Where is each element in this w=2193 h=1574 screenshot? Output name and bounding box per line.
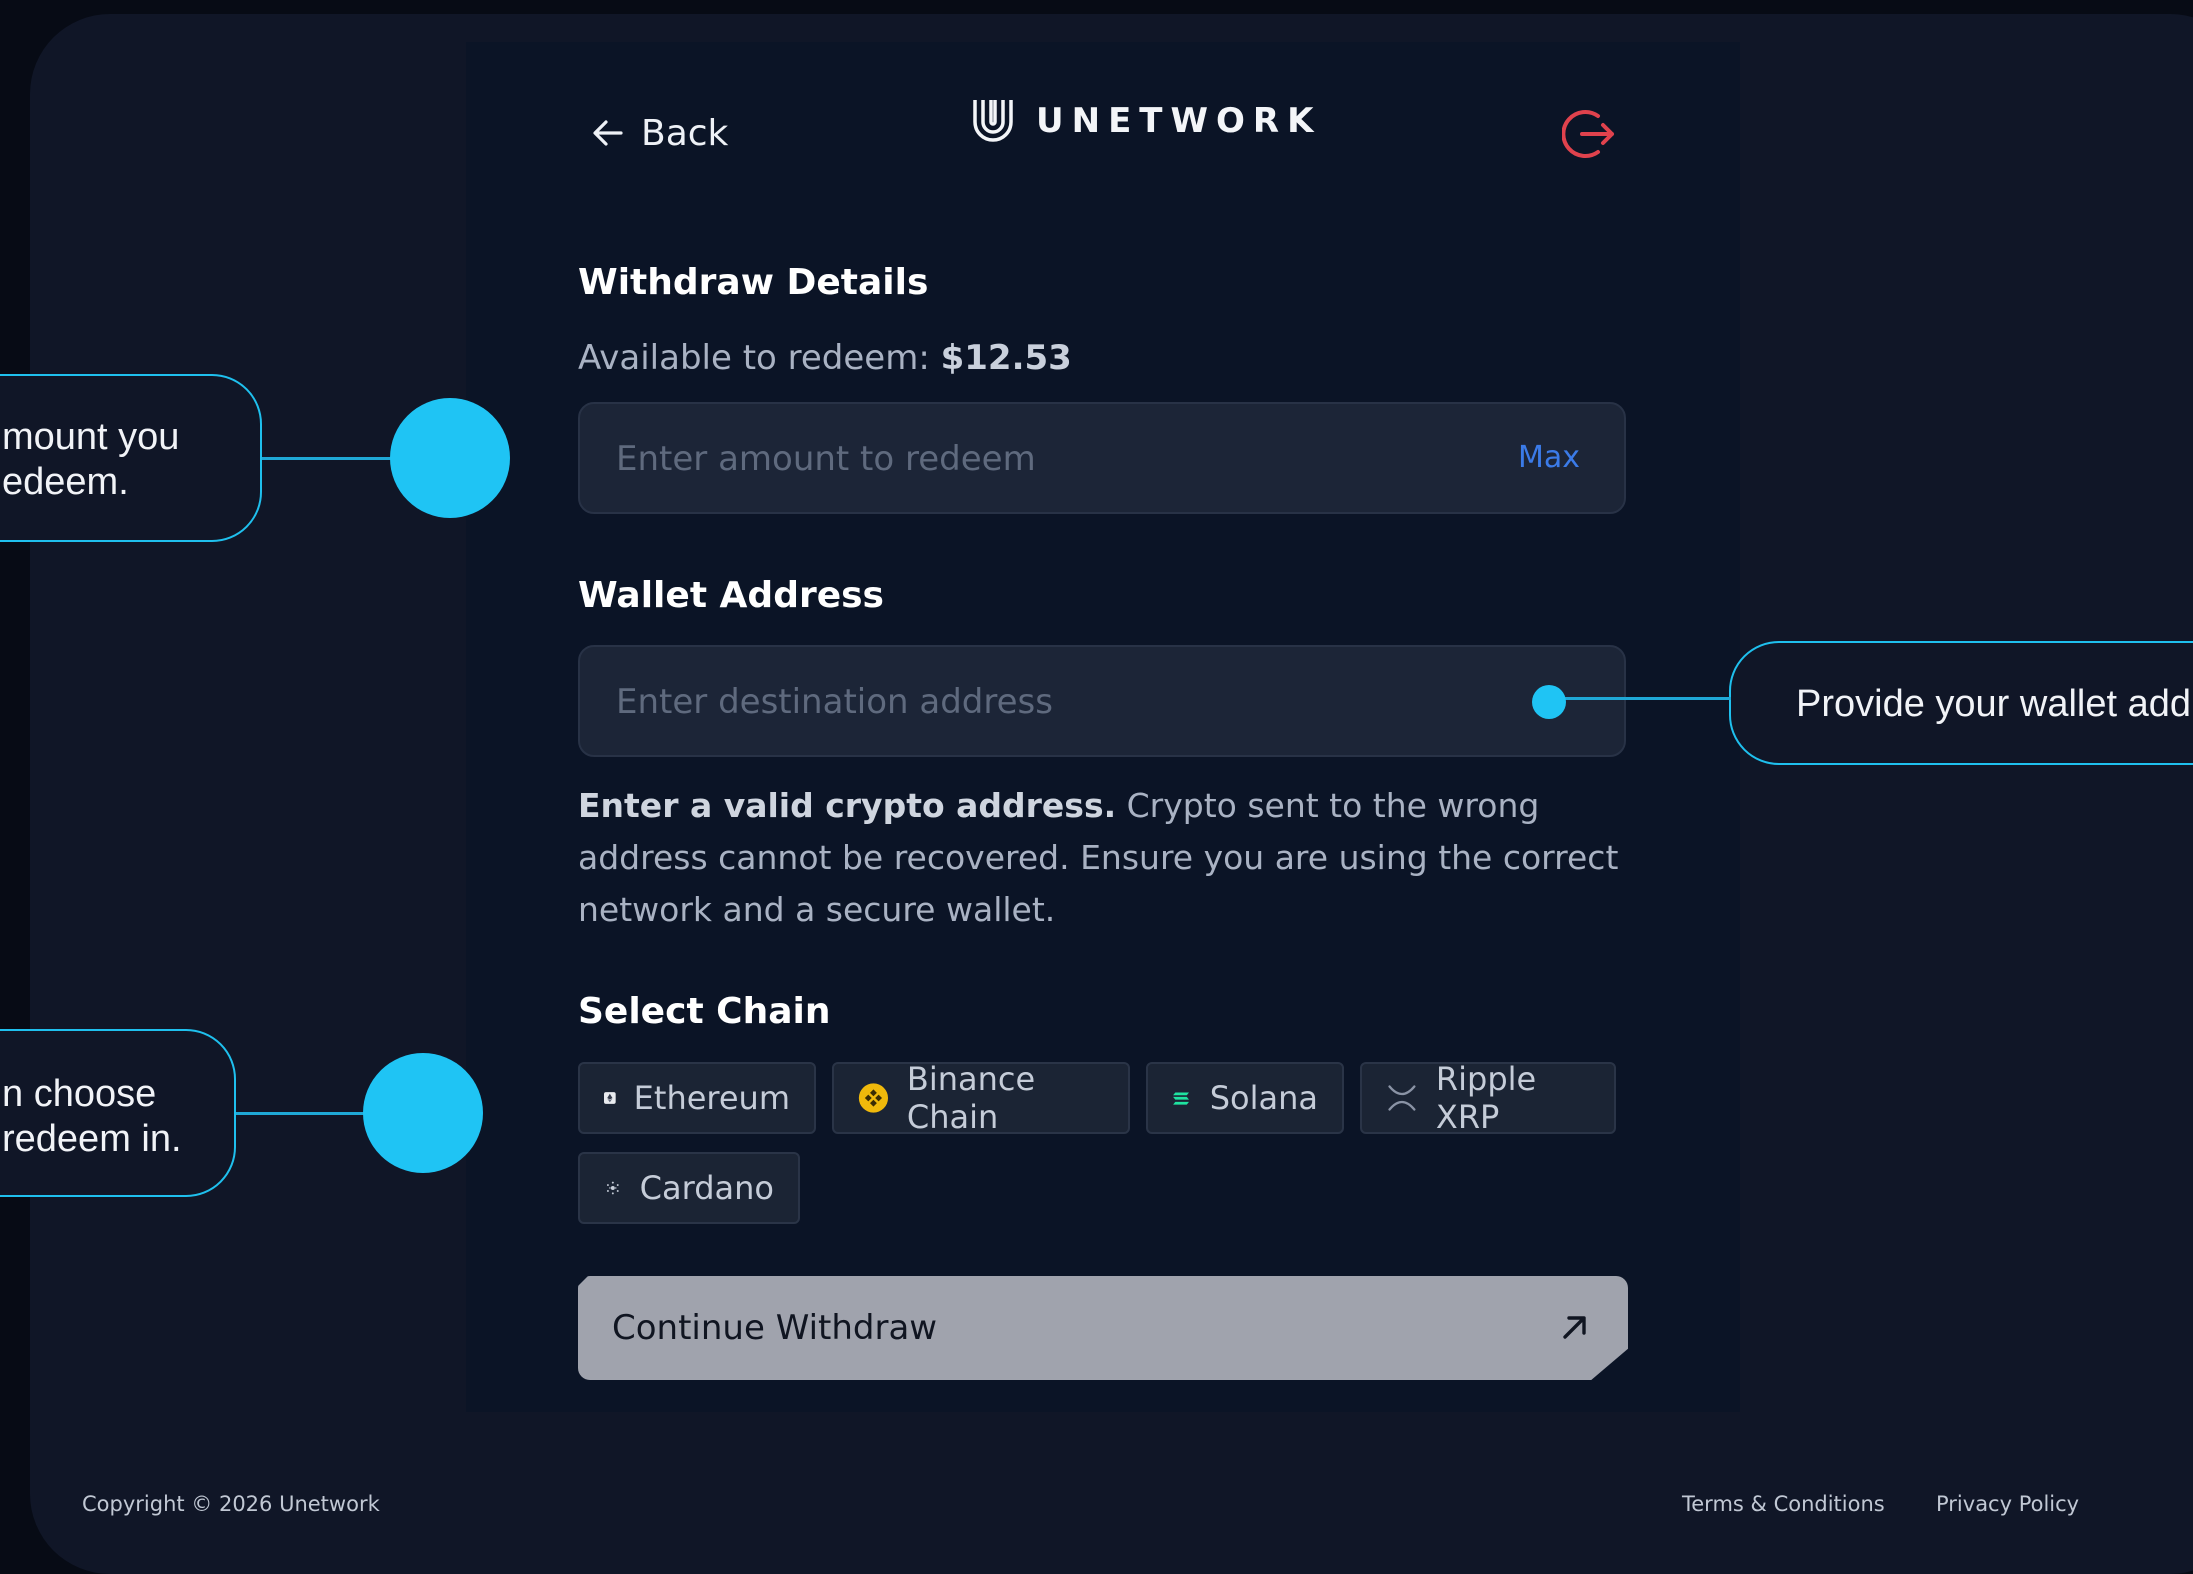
arrow-up-right-icon [1563, 1316, 1586, 1339]
logout-icon[interactable] [1562, 106, 1618, 162]
chain-label: Ethereum [633, 1079, 790, 1117]
callout-amount-marker [390, 398, 510, 518]
callout-amount-connector [262, 457, 402, 460]
callout-chain-marker [363, 1053, 483, 1173]
wallet-warning: Enter a valid crypto address. Crypto sen… [578, 780, 1628, 936]
amount-input[interactable] [614, 404, 1478, 514]
callout-chain-connector [236, 1112, 376, 1115]
terms-link[interactable]: Terms & Conditions [1682, 1492, 1885, 1516]
continue-label: Continue Withdraw [612, 1308, 938, 1348]
unetwork-logo: UNETWORK [972, 96, 1321, 146]
wallet-address-input[interactable] [614, 647, 1478, 757]
callout-wallet: Provide your wallet add [1729, 641, 2193, 765]
chain-option-binance[interactable]: Binance Chain [832, 1060, 1130, 1136]
chain-label: Cardano [639, 1169, 774, 1207]
logo-text: UNETWORK [1036, 101, 1322, 141]
chain-label: Ripple XRP [1435, 1060, 1537, 1136]
warning-bold: Enter a valid crypto address. [578, 786, 1117, 825]
callout-amount-line1: mount you [2, 416, 180, 458]
callout-amount: mount you edeem. [0, 374, 262, 542]
callout-chain-line1: n choose [2, 1073, 157, 1115]
binance-icon [858, 1083, 889, 1113]
privacy-link[interactable]: Privacy Policy [1936, 1492, 2079, 1516]
callout-wallet-connector [1560, 697, 1731, 700]
logo-mark-icon [973, 100, 1013, 142]
footer-copyright: Copyright © 2026 Unetwork [82, 1492, 380, 1516]
cardano-icon [606, 1181, 619, 1195]
chain-option-ripple[interactable]: Ripple XRP [1360, 1060, 1616, 1136]
back-label: Back [641, 112, 729, 154]
solana-icon [1173, 1092, 1189, 1105]
chain-option-ethereum[interactable]: Ethereum [578, 1062, 816, 1134]
available-label: Available to redeem: [578, 338, 930, 378]
chain-option-cardano[interactable]: Cardano [578, 1152, 800, 1224]
available-to-redeem: Available to redeem: $12.53 [578, 338, 1072, 378]
callout-amount-line2: edeem. [2, 461, 129, 503]
wallet-address-title: Wallet Address [578, 575, 884, 616]
ethereum-icon [604, 1092, 616, 1104]
chain-label: Solana [1209, 1079, 1318, 1117]
ripple-icon [1388, 1085, 1416, 1111]
continue-withdraw-button[interactable]: Continue Withdraw [578, 1276, 1628, 1380]
wallet-address-field [578, 645, 1626, 757]
back-button[interactable]: Back [591, 108, 728, 158]
amount-field: Max [578, 402, 1626, 514]
callout-chain-line2: redeem in. [2, 1118, 182, 1160]
callout-wallet-marker [1532, 685, 1566, 719]
select-chain-title: Select Chain [578, 991, 831, 1032]
callout-wallet-text: Provide your wallet add [1796, 683, 2191, 725]
arrow-left-icon [593, 120, 623, 146]
withdraw-details-title: Withdraw Details [578, 262, 929, 303]
max-button[interactable]: Max [1518, 440, 1580, 475]
chain-label: Binance Chain [906, 1060, 1036, 1136]
callout-chain: n choose redeem in. [0, 1029, 236, 1197]
chain-option-solana[interactable]: Solana [1146, 1062, 1344, 1134]
available-amount: $12.53 [940, 338, 1072, 378]
